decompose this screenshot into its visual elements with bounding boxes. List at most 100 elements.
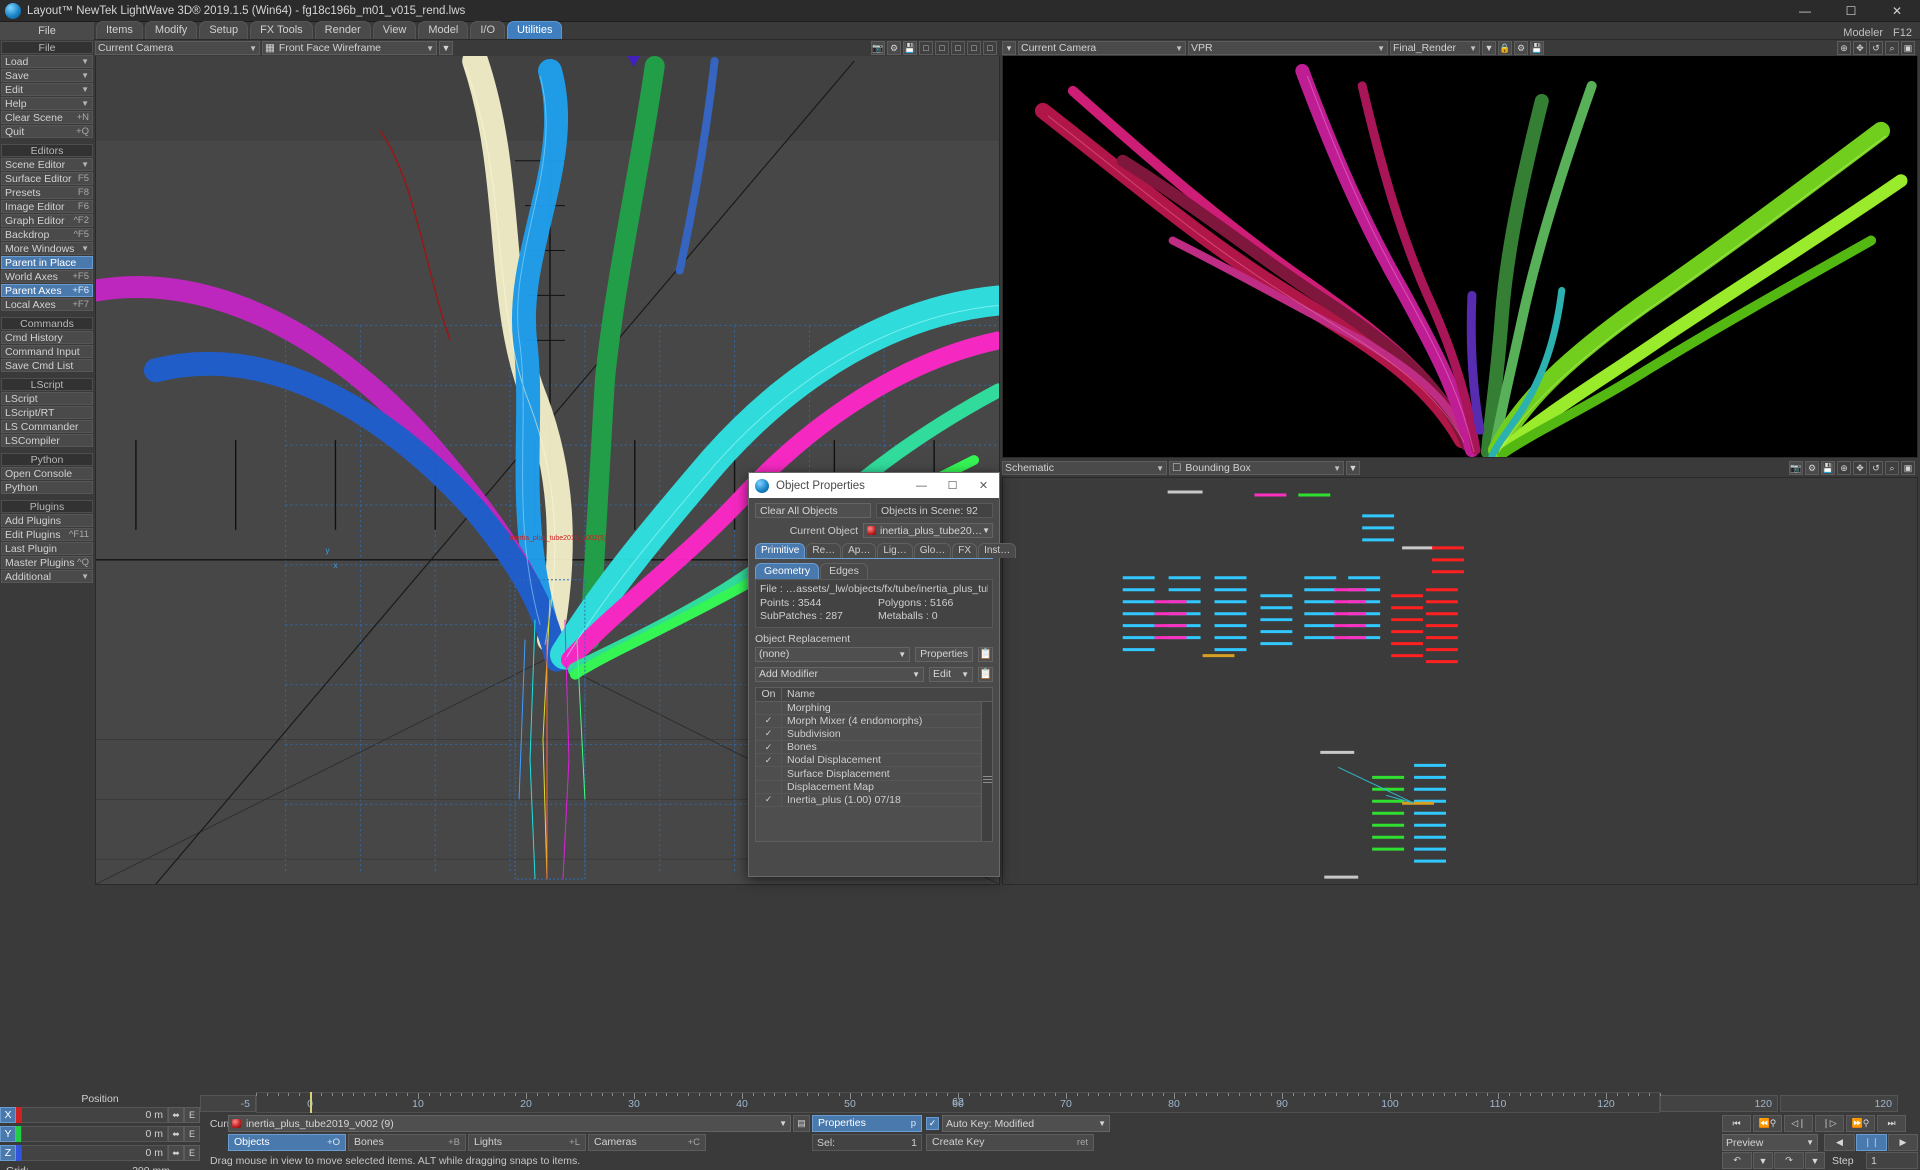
auto-key-dropdown[interactable]: Auto Key: Modified ▼ [942, 1115, 1110, 1132]
modifier-enabled-checkbox[interactable]: ✓ [756, 714, 782, 727]
viewport-right-preset-dropdown[interactable]: Final_Render ▼ [1390, 41, 1480, 55]
object-properties-dialog[interactable]: Object Properties — ☐ ✕ Clear All Object… [748, 472, 1017, 877]
sidebar-item-local-axes[interactable]: Local Axes +F7 [1, 298, 93, 311]
create-key-button[interactable]: Create Key ret [926, 1134, 1094, 1151]
sidebar-item-more-windows[interactable]: More Windows ▼ [1, 242, 93, 255]
add-modifier-dropdown[interactable]: Add Modifier ▼ [755, 666, 924, 682]
dialog-tab-glo[interactable]: Glo… [913, 543, 952, 558]
undo-menu-button[interactable]: ▼ [1753, 1152, 1773, 1169]
dialog-tab-ap[interactable]: Ap… [842, 543, 877, 558]
save-image-icon-button[interactable]: 💾 [903, 41, 917, 55]
transport-button-2[interactable]: ◁❘ [1784, 1115, 1813, 1132]
clear-all-objects-button[interactable]: Clear All Objects [755, 503, 871, 518]
sidebar-item-last-plugin[interactable]: Last Plugin [1, 542, 93, 555]
sidebar-item-parent-in-place[interactable]: Parent in Place [1, 256, 93, 269]
dialog-subtab-geometry[interactable]: Geometry [755, 563, 820, 579]
object-replacement-dropdown[interactable]: (none) ▼ [755, 646, 911, 662]
viewport-right-vpr[interactable] [1002, 40, 1918, 458]
object-replacement-properties-button[interactable]: Properties [915, 646, 973, 662]
gear-icon-button[interactable]: ⚙ [887, 41, 901, 55]
modifier-enabled-checkbox[interactable]: ✓ [756, 793, 782, 806]
modifier-row[interactable]: ✓ Subdivision [756, 727, 992, 742]
vp-zoom-icon[interactable]: ⌕ [1885, 41, 1899, 55]
current-item-dropdown[interactable]: inertia_plus_tube2019_v002 (9) ▼ [228, 1115, 791, 1132]
sidebar-item-scene-editor[interactable]: Scene Editor ▼ [1, 158, 93, 171]
sidebar-item-save[interactable]: Save ▼ [1, 69, 93, 82]
sidebar-item-world-axes[interactable]: World Axes +F5 [1, 270, 93, 283]
sidebar-item-open-console[interactable]: Open Console [1, 467, 93, 480]
transport-button-4[interactable]: ⏩⚲ [1846, 1115, 1875, 1132]
modifier-enabled-checkbox[interactable] [756, 767, 782, 780]
sidebar-item-parent-axes[interactable]: Parent Axes +F6 [1, 284, 93, 297]
sidebar-item-save-cmd-list[interactable]: Save Cmd List [1, 359, 93, 372]
vp-nav-2-icon[interactable]: □ [935, 41, 949, 55]
modifier-row[interactable]: ✓ Bones [756, 741, 992, 755]
viewport-left-camera-dropdown[interactable]: Current Camera ▼ [95, 41, 260, 55]
properties-button[interactable]: Properties p [812, 1115, 922, 1132]
dialog-tab-inst[interactable]: Inst… [978, 543, 1017, 558]
modifier-enabled-checkbox[interactable]: ✓ [756, 741, 782, 754]
vp-nav-4-icon[interactable]: □ [967, 41, 981, 55]
viewport-right-renderer-dropdown[interactable]: VPR ▼ [1188, 41, 1388, 55]
pause-button[interactable]: ❘❘ [1856, 1134, 1887, 1151]
vp-pan-icon[interactable]: ✥ [1853, 41, 1867, 55]
axis-toggle-y[interactable]: Y [0, 1126, 16, 1142]
step-value-field[interactable]: 1 [1866, 1152, 1918, 1169]
menu-tab-io[interactable]: I/O [470, 21, 506, 39]
sidebar-item-lscompiler[interactable]: LSCompiler [1, 434, 93, 447]
axis-value-field[interactable]: 0 m [21, 1107, 168, 1123]
auto-key-checkbox[interactable]: ✓ [926, 1117, 939, 1130]
menu-tab-modify[interactable]: Modify [144, 21, 198, 39]
axis-value-field[interactable]: 0 m [21, 1145, 168, 1161]
dialog-tab-primitive[interactable]: Primitive [755, 543, 806, 558]
modifier-row[interactable]: ✓ Nodal Displacement [756, 754, 992, 768]
vp-nav-3-icon[interactable]: □ [951, 41, 965, 55]
item-list-icon-button[interactable]: ▤ [793, 1115, 810, 1132]
menu-tab-items[interactable]: Items [96, 21, 143, 39]
minimize-button[interactable]: — [1782, 0, 1828, 22]
camera-icon-button[interactable]: 📷 [1789, 461, 1803, 475]
vp-nav-1-icon[interactable]: □ [919, 41, 933, 55]
modeler-switch[interactable]: Modeler F12 [1843, 27, 1920, 39]
menu-tab-render[interactable]: Render [314, 21, 371, 39]
play-forward-button[interactable]: ▶ [1888, 1134, 1918, 1151]
play-backward-button[interactable]: ◀ [1824, 1134, 1855, 1151]
modifier-list[interactable]: On Name Morphing ✓ Morph Mixer (4 endomorp… [755, 686, 993, 842]
camera-icon-button[interactable]: 📷 [871, 41, 885, 55]
axis-envelope-button[interactable]: E [184, 1107, 200, 1123]
menu-tab-view[interactable]: View [372, 21, 417, 39]
axis-toggle-x[interactable]: X [0, 1107, 16, 1123]
frame-end-field-1[interactable]: 120 [1660, 1095, 1778, 1112]
dialog-tab-fx[interactable]: FX [952, 543, 978, 558]
sidebar-item-lscript-rt[interactable]: LScript/RT [1, 406, 93, 419]
schem-maximize-icon[interactable]: ▣ [1901, 461, 1915, 475]
redo-menu-button[interactable]: ▼ [1805, 1152, 1825, 1169]
schematic-mode-dropdown[interactable]: Schematic ▼ [1002, 461, 1167, 475]
axis-value-field[interactable]: 0 m [21, 1126, 168, 1142]
transport-button-1[interactable]: ⏪⚲ [1753, 1115, 1782, 1132]
schem-target-icon[interactable]: ⊕ [1837, 461, 1851, 475]
sidebar-item-clear-scene[interactable]: Clear Scene +N [1, 111, 93, 124]
axis-envelope-button[interactable]: E [184, 1145, 200, 1161]
vp-target-icon[interactable]: ⊕ [1837, 41, 1851, 55]
maximize-button[interactable]: ☐ [1828, 0, 1874, 22]
menu-tab-setup[interactable]: Setup [199, 21, 249, 39]
mode-button-cameras[interactable]: Cameras +C [588, 1134, 706, 1151]
schem-rotate-icon[interactable]: ↺ [1869, 461, 1883, 475]
transport-button-5[interactable]: ⏭ [1877, 1115, 1906, 1132]
menu-tab-utilities[interactable]: Utilities [507, 21, 563, 39]
sidebar-item-surface-editor[interactable]: Surface Editor F5 [1, 172, 93, 185]
redo-button[interactable]: ↷ [1774, 1152, 1804, 1169]
modifier-enabled-checkbox[interactable]: ✓ [756, 727, 782, 741]
viewport-right-preset-menu[interactable]: ▼ [1482, 41, 1496, 55]
sidebar-item-cmd-history[interactable]: Cmd History [1, 331, 93, 344]
axis-drag-icon[interactable]: ⬌ [168, 1107, 184, 1123]
transport-button-3[interactable]: ❘▷ [1815, 1115, 1844, 1132]
axis-drag-icon[interactable]: ⬌ [168, 1145, 184, 1161]
dialog-tab-re[interactable]: Re… [806, 543, 842, 558]
bounding-box-dropdown[interactable]: ☐ Bounding Box ▼ [1169, 461, 1344, 475]
sidebar-item-backdrop[interactable]: Backdrop ^F5 [1, 228, 93, 241]
preview-dropdown[interactable]: Preview ▼ [1722, 1134, 1818, 1151]
undo-button[interactable]: ↶ [1722, 1152, 1752, 1169]
modifier-enabled-checkbox[interactable] [756, 780, 782, 793]
